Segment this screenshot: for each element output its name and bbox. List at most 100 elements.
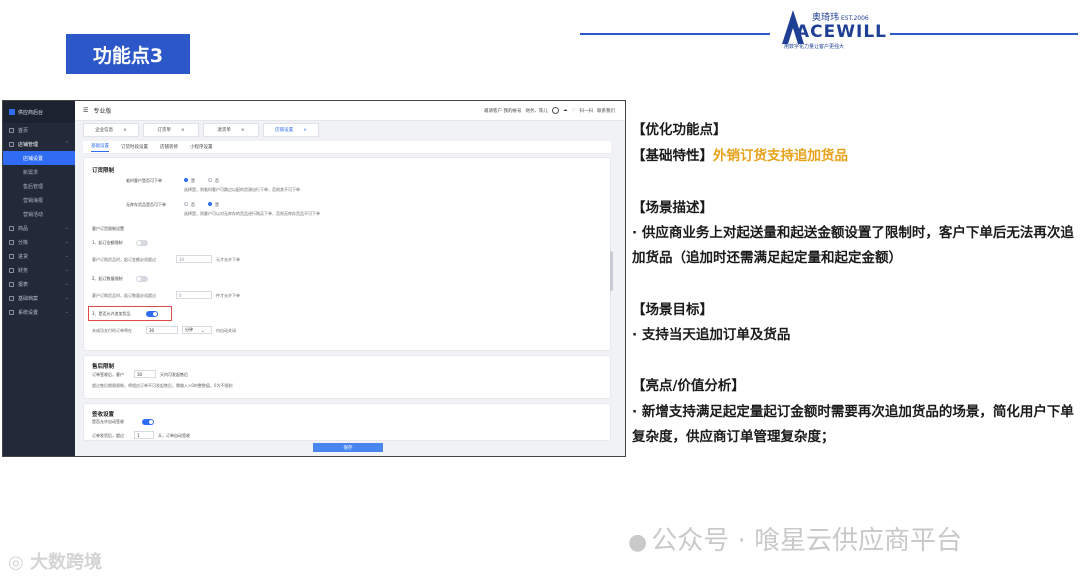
sidebar-sub-campaign[interactable]: 营销活动	[3, 207, 75, 221]
tab-order[interactable]: 订货单 ×	[143, 123, 199, 137]
close-icon[interactable]: ×	[181, 128, 185, 133]
sign-days-input[interactable]: 1	[134, 431, 154, 439]
sidebar-sub-poster[interactable]: 营销海报	[3, 193, 75, 207]
close-icon[interactable]: ×	[123, 128, 127, 133]
min-qty-unit: 件才允许下单	[216, 293, 240, 298]
opt-heading: 【优化功能点】	[632, 122, 727, 138]
save-button[interactable]: 保存	[313, 443, 383, 452]
after-sale-days-input[interactable]: 30	[134, 370, 156, 378]
purchase-icon	[9, 253, 14, 259]
tab-company[interactable]: 企业信息 ×	[83, 123, 139, 137]
sidebar: 供应商后台 首页 店铺管理 ⌃ 店铺设置 新需求 售后管理 营销海报 营销活动 商…	[3, 101, 75, 456]
subtab-miniprogram[interactable]: 小程序设置	[190, 144, 213, 150]
feature-prefix: 【基础特性】	[632, 148, 713, 164]
sidebar-item-sort[interactable]: 分拣 ⌄	[3, 235, 75, 249]
tab-return[interactable]: 退货单 ×	[203, 123, 259, 137]
after-sale-line-a: 订单签收后，客户	[92, 372, 124, 377]
corner-logo-icon: ◎	[8, 552, 24, 573]
temp-customer-no-radio[interactable]	[208, 178, 212, 182]
slide-title: 功能点3	[66, 34, 190, 74]
no-stock-no-radio[interactable]	[184, 202, 188, 206]
close-icon[interactable]: ×	[241, 128, 245, 133]
sidebar-sub-after-sale[interactable]: 售后管理	[3, 179, 75, 193]
no-stock-hint: 选择是，则客户可以对无库存的货品进行购买下单，否则无库存货品不可下单	[184, 211, 320, 216]
feature-highlight: 外销订货支持追加货品	[713, 148, 848, 164]
wechat-watermark: ● 公众号 · 喰星云供应商平台	[628, 526, 962, 556]
allow-add-label: 3、是否允许追加货品	[92, 311, 131, 316]
after-sale-line-b: 天内可发起售后	[160, 372, 188, 377]
app-topbar: ☰ 专业版 邀请客户 我的帐号 财务、陈儿 ☁ ♢ 扫一扫 联系我们	[75, 101, 625, 121]
unpaid-tail: 内自动关闭	[216, 328, 236, 333]
goods-icon	[9, 225, 14, 231]
sidebar-item-goods[interactable]: 商品 ⌄	[3, 221, 75, 235]
after-sale-panel: 售后限制 订单签收后，客户 30 天内可发起售后 超过售后期限限制，将相应订单不…	[83, 355, 611, 399]
logo-est: EST.2006	[841, 15, 869, 22]
sidebar-item-settings[interactable]: 系统设置 ⌄	[3, 305, 75, 319]
header-rule-left	[580, 33, 770, 35]
topbar-contact[interactable]: 联系我们	[597, 108, 615, 114]
sidebar-item-store[interactable]: 店铺管理 ⌃	[3, 137, 75, 151]
sidebar-item-home[interactable]: 首页	[3, 123, 75, 137]
auto-sign-label: 是否允许自动签收	[92, 419, 124, 424]
allow-add-switch[interactable]	[146, 311, 158, 317]
finance-icon	[9, 267, 14, 273]
close-icon[interactable]: ×	[303, 128, 307, 133]
subtab-decoration[interactable]: 店铺装修	[160, 144, 178, 150]
home-icon	[9, 127, 14, 133]
min-amount-switch[interactable]	[136, 240, 148, 246]
subtab-basic[interactable]: 基础设置	[91, 143, 109, 152]
bell-icon[interactable]: ♢	[571, 108, 575, 113]
chevron-down-icon: ⌄	[64, 225, 69, 231]
value-body: · 新增支持满足起定量起订金额时需要再次追加货品的场景，简化用户下单复杂度，供应…	[632, 404, 1074, 445]
min-qty-switch[interactable]	[136, 276, 148, 282]
store-icon	[9, 141, 14, 147]
header-rule-right	[890, 33, 1078, 35]
min-qty-input[interactable]: 0	[176, 291, 212, 299]
chevron-down-icon: ⌄	[201, 327, 205, 333]
chevron-down-icon: ⌄	[64, 267, 69, 273]
cloud-icon[interactable]: ☁	[563, 108, 568, 113]
sign-panel: 签收设置 是否允许自动签收 订单发货后，超过 1 天，订单自动签收	[83, 403, 611, 441]
logo-tagline: 用数字化力量让客户更强大	[784, 44, 845, 50]
tab-store-settings[interactable]: 店铺设置 ×	[263, 123, 319, 137]
chevron-down-icon: ⌄	[64, 281, 69, 287]
app-screenshot: 供应商后台 首页 店铺管理 ⌃ 店铺设置 新需求 售后管理 营销海报 营销活动 商…	[2, 100, 626, 457]
sidebar-item-finance[interactable]: 财务 ⌄	[3, 263, 75, 277]
topbar-user[interactable]: 财务、陈儿	[525, 108, 548, 114]
sidebar-item-report[interactable]: 报表 ⌄	[3, 277, 75, 291]
brand-icon	[9, 109, 15, 115]
min-qty-desc: 客户订购货品时，起订数量必须超过	[92, 293, 156, 298]
min-amount-input[interactable]: 30	[176, 255, 212, 263]
order-limit-title: 订货限制	[92, 168, 115, 174]
scene-title: 【场景描述】	[632, 200, 713, 216]
archive-icon	[9, 295, 14, 301]
unpaid-label: 未成功支付的订单将在	[92, 328, 132, 333]
scene-body: · 供应商业务上对起送量和起送金额设置了限制时，客户下单后无法再次追加货品（追加…	[632, 225, 1074, 266]
avatar-icon[interactable]	[551, 107, 559, 114]
sort-icon	[9, 239, 14, 245]
auto-sign-switch[interactable]	[142, 419, 154, 425]
after-sale-title: 售后限制	[92, 364, 115, 370]
sidebar-item-archive[interactable]: 基础档案 ⌄	[3, 291, 75, 305]
topbar-account-link[interactable]: 邀请客户 我的帐号	[484, 108, 521, 114]
chevron-down-icon: ⌄	[64, 239, 69, 245]
sidebar-sub-store-settings[interactable]: 店铺设置	[3, 151, 75, 165]
goal-title: 【场景目标】	[632, 302, 713, 318]
unpaid-minutes-input[interactable]: 30	[146, 326, 178, 334]
no-stock-yes-radio[interactable]	[208, 202, 212, 206]
sidebar-sub-new-demand[interactable]: 新需求	[3, 165, 75, 179]
chevron-down-icon: ⌄	[64, 253, 69, 259]
menu-icon[interactable]: ☰	[83, 107, 88, 114]
sign-title: 签收设置	[92, 412, 115, 418]
temp-customer-label: 临时客户是否可下单	[126, 178, 162, 183]
chevron-down-icon: ⌄	[64, 309, 69, 315]
report-icon	[9, 281, 14, 287]
sign-line-a: 订单发货后，超过	[92, 433, 124, 438]
sidebar-item-purchase[interactable]: 进货 ⌄	[3, 249, 75, 263]
scrollbar[interactable]	[610, 251, 613, 291]
unpaid-unit-select[interactable]: 分钟 ⌄	[182, 326, 212, 334]
temp-customer-yes-radio[interactable]	[184, 178, 188, 182]
subtab-order-period[interactable]: 订货时段设置	[121, 144, 148, 150]
chevron-down-icon: ⌄	[64, 295, 69, 301]
topbar-scan[interactable]: 扫一扫	[580, 108, 594, 114]
